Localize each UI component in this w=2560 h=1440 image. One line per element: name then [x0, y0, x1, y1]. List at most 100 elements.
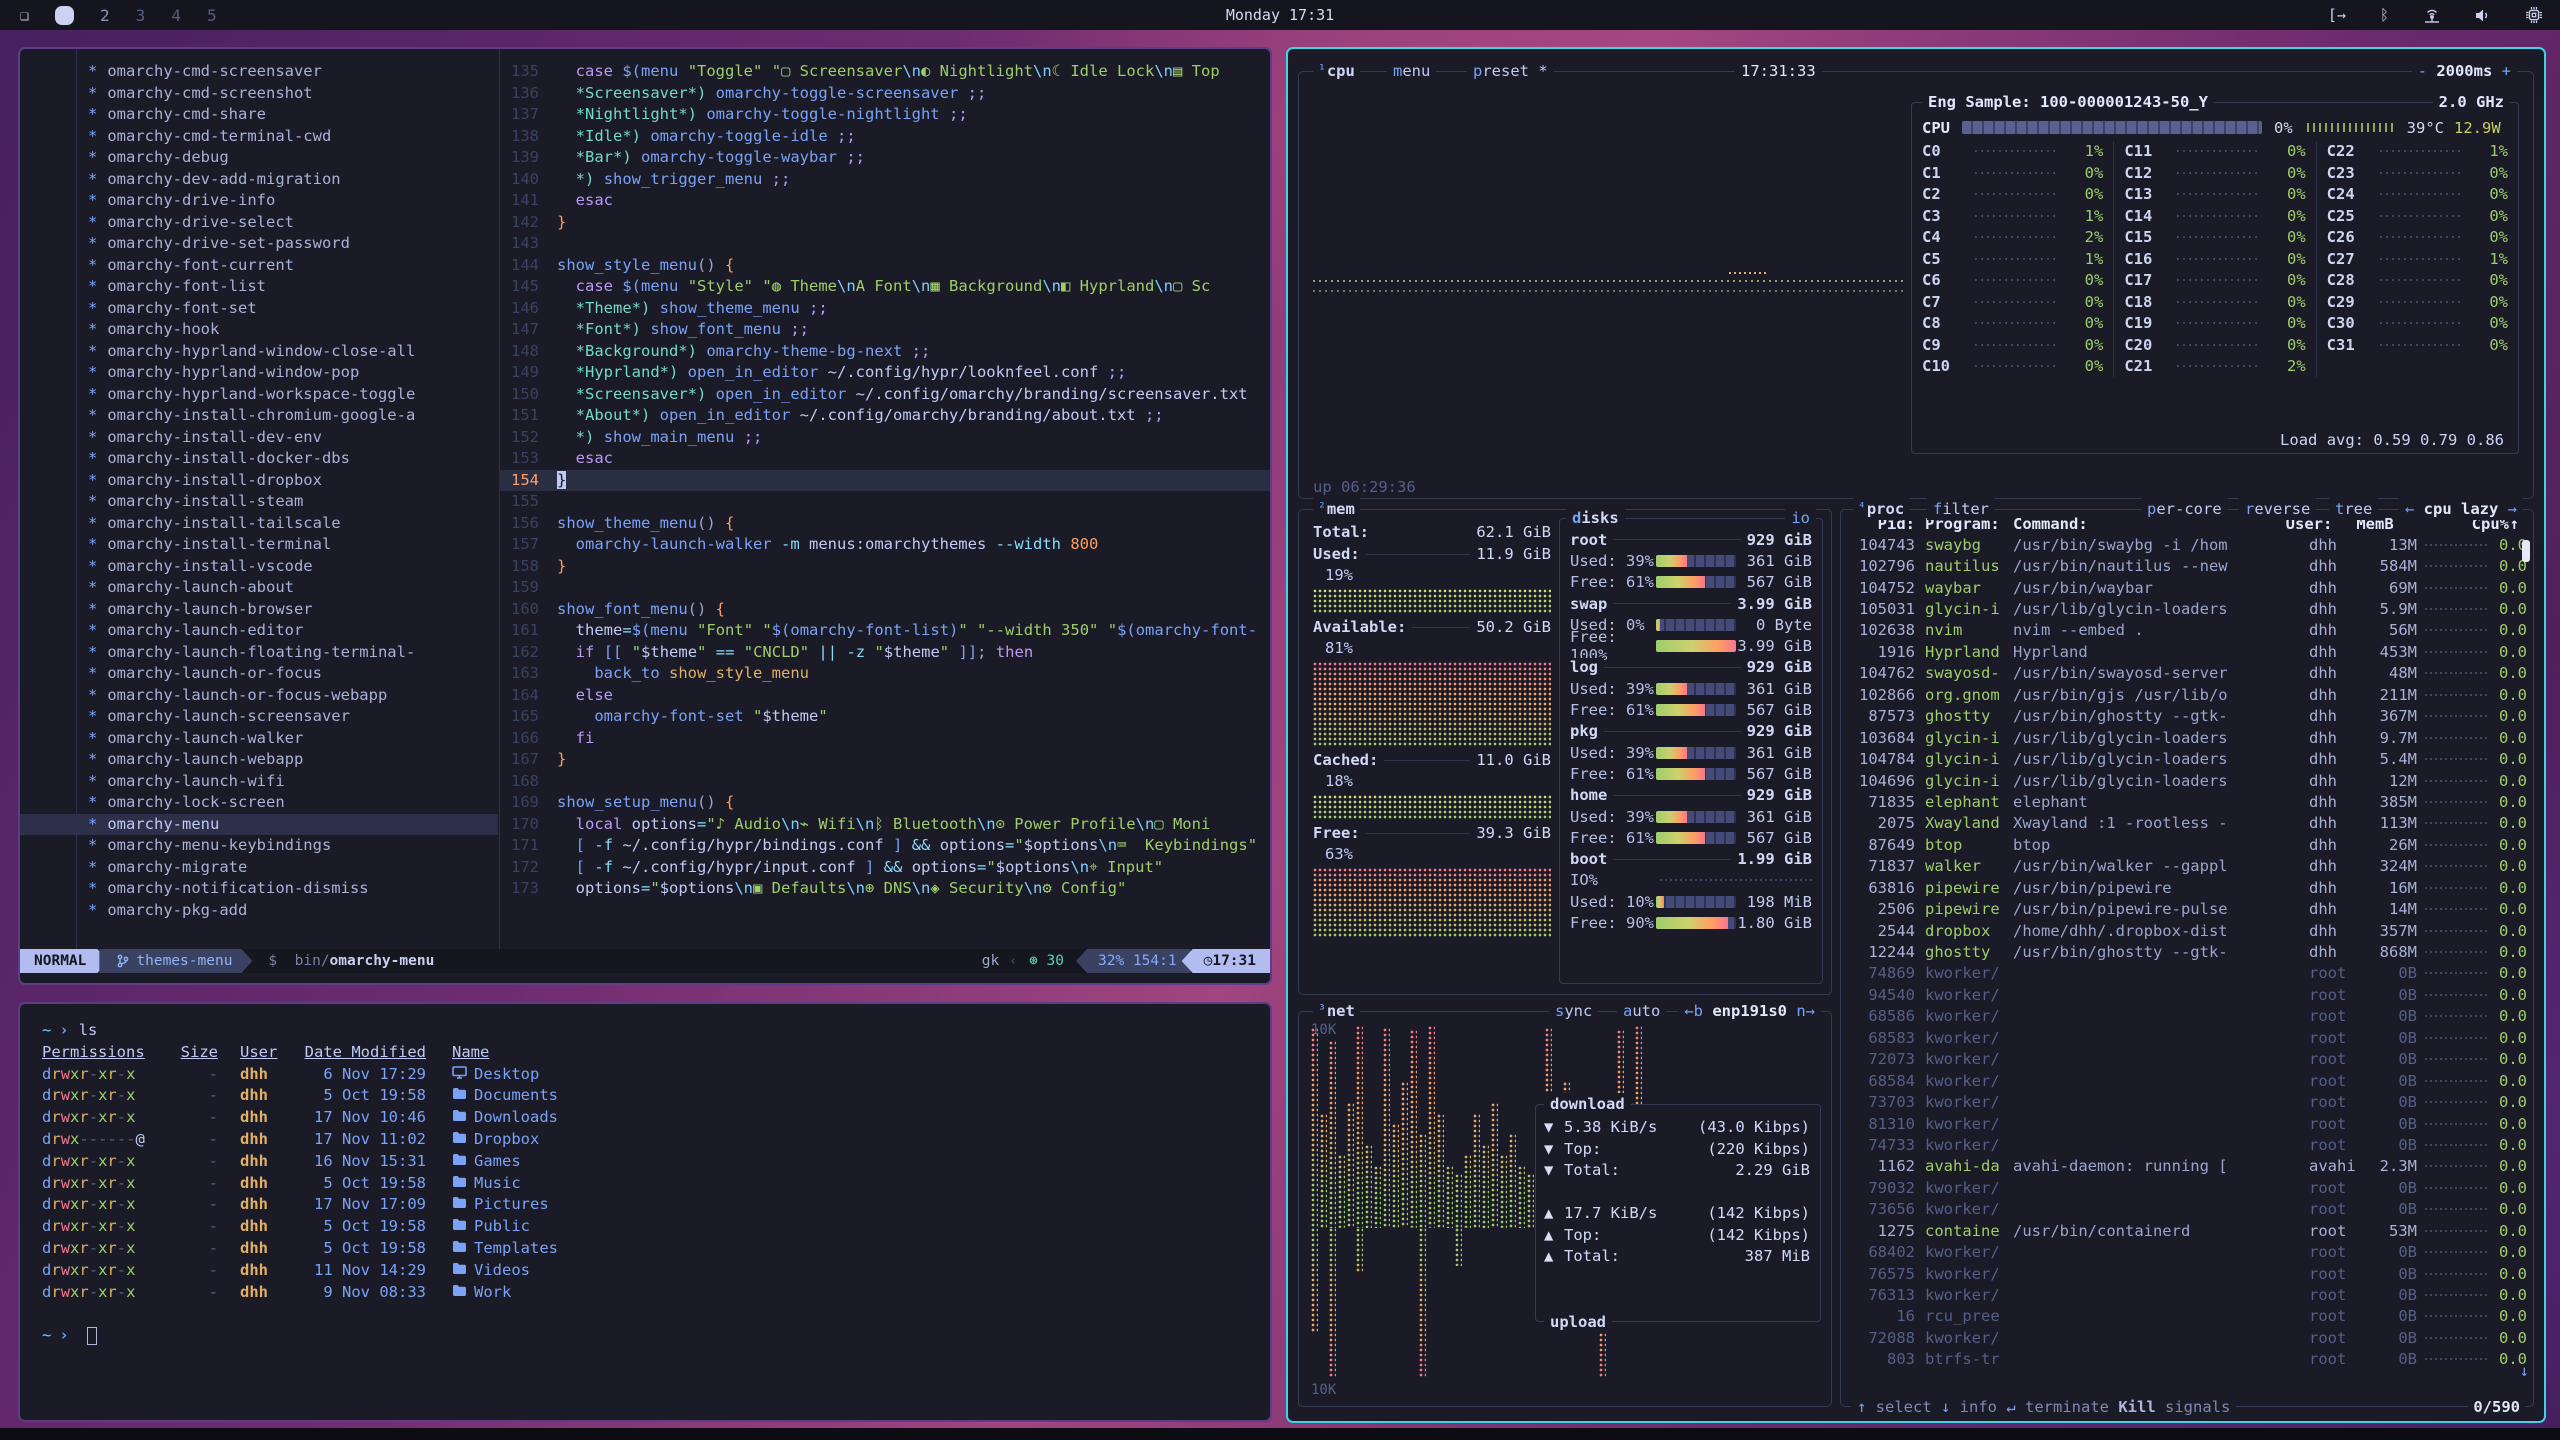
mem-panel-title[interactable]: ²mem [1313, 498, 1360, 520]
file-item[interactable]: *omarchy-launch-wifi [20, 771, 498, 793]
io-mode-button[interactable]: io [1785, 507, 1816, 529]
file-item[interactable]: *omarchy-cmd-screensaver [20, 61, 498, 83]
process-row[interactable]: 94540kworker/root0B0.0 [1851, 984, 2527, 1005]
file-item[interactable]: *omarchy-install-chromium-google-a [20, 405, 498, 427]
process-row[interactable]: 16rcu_preeroot0B0.0 [1851, 1306, 2527, 1327]
file-item[interactable]: *omarchy-launch-browser [20, 599, 498, 621]
file-item[interactable]: *omarchy-dev-add-migration [20, 169, 498, 191]
file-item[interactable]: *omarchy-font-current [20, 255, 498, 277]
file-item[interactable]: *omarchy-drive-select [20, 212, 498, 234]
process-row[interactable]: 102866org.gnom/usr/bin/gjs /usr/lib/odhh… [1851, 684, 2527, 705]
volume-icon[interactable] [2475, 8, 2492, 23]
file-item[interactable]: *omarchy-migrate [20, 857, 498, 879]
workspace-5[interactable]: 5 [207, 6, 217, 25]
process-row[interactable]: 72073kworker/root0B0.0 [1851, 1049, 2527, 1070]
window-layout-icon[interactable]: ❏ [20, 6, 29, 24]
file-item[interactable]: *omarchy-launch-floating-terminal- [20, 642, 498, 664]
process-row[interactable]: 68586kworker/root0B0.0 [1851, 1006, 2527, 1027]
process-row[interactable]: 104752waybar/usr/bin/waybardhh69M0.0 [1851, 577, 2527, 598]
net-auto-button[interactable]: auto [1617, 1000, 1666, 1022]
proc-panel-title[interactable]: ⁴proc [1853, 498, 1909, 520]
proc-sort-switcher[interactable]: ← cpu lazy → [2399, 498, 2523, 520]
file-item[interactable]: *omarchy-launch-about [20, 577, 498, 599]
proc-reverse-button[interactable]: reverse [2239, 498, 2316, 520]
proc-scroll-down-arrow[interactable]: ↓ [2520, 1362, 2529, 1380]
process-row[interactable]: 73656kworker/root0B0.0 [1851, 1199, 2527, 1220]
file-item[interactable]: *omarchy-install-vscode [20, 556, 498, 578]
file-item[interactable]: *omarchy-lock-screen [20, 792, 498, 814]
process-row[interactable]: 81310kworker/root0B0.0 [1851, 1113, 2527, 1134]
file-item[interactable]: *omarchy-launch-or-focus [20, 663, 498, 685]
process-row[interactable]: 68583kworker/root0B0.0 [1851, 1027, 2527, 1048]
file-item[interactable]: *omarchy-install-dropbox [20, 470, 498, 492]
process-row[interactable]: 76313kworker/root0B0.0 [1851, 1284, 2527, 1305]
process-row[interactable]: 2544dropbox/home/dhh/.dropbox-distdhh357… [1851, 920, 2527, 941]
process-row[interactable]: 102638nvimnvim --embed .dhh56M0.0 [1851, 620, 2527, 641]
file-item[interactable]: *omarchy-launch-screensaver [20, 706, 498, 728]
process-row[interactable]: 79032kworker/root0B0.0 [1851, 1177, 2527, 1198]
process-row[interactable]: 803btrfs-trroot0B0.0 [1851, 1349, 2527, 1370]
preset-button[interactable]: preset * [1467, 60, 1554, 82]
process-row[interactable]: 1162avahi-daavahi-daemon: running [avahi… [1851, 1156, 2527, 1177]
file-item[interactable]: *omarchy-drive-set-password [20, 233, 498, 255]
workspace-4[interactable]: 4 [171, 6, 181, 25]
cpu-chip-icon[interactable] [2526, 7, 2542, 23]
file-item[interactable]: *omarchy-debug [20, 147, 498, 169]
process-row[interactable]: 87573ghostty/usr/bin/ghostty --gtk-dhh36… [1851, 706, 2527, 727]
workspace-3[interactable]: 3 [136, 6, 146, 25]
workspace-1-active[interactable] [55, 6, 74, 25]
interval-control[interactable]: - 2000ms + [2412, 60, 2517, 82]
proc-filter-button[interactable]: filter [1927, 498, 1995, 520]
file-item[interactable]: *omarchy-hyprland-window-pop [20, 362, 498, 384]
process-row[interactable]: 74869kworker/root0B0.0 [1851, 963, 2527, 984]
process-row[interactable]: 104696glycin-i/usr/lib/glycin-loadersdhh… [1851, 770, 2527, 791]
process-row[interactable]: 103684glycin-i/usr/lib/glycin-loadersdhh… [1851, 727, 2527, 748]
process-row[interactable]: 71837walker/usr/bin/walker --gappldhh324… [1851, 856, 2527, 877]
file-item[interactable]: *omarchy-hyprland-workspace-toggle [20, 384, 498, 406]
file-item[interactable]: *omarchy-font-set [20, 298, 498, 320]
file-item[interactable]: *omarchy-menu-keybindings [20, 835, 498, 857]
proc-scrollbar-thumb[interactable] [2522, 540, 2530, 562]
proc-percore-button[interactable]: per-core [2141, 498, 2228, 520]
file-item[interactable]: *omarchy-cmd-screenshot [20, 83, 498, 105]
process-row[interactable]: 76575kworker/root0B0.0 [1851, 1263, 2527, 1284]
file-item[interactable]: *omarchy-cmd-share [20, 104, 498, 126]
process-row[interactable]: 12244ghostty/usr/bin/ghostty --gtk-dhh86… [1851, 941, 2527, 962]
process-row[interactable]: 104784glycin-i/usr/lib/glycin-loadersdhh… [1851, 748, 2527, 769]
file-item[interactable]: *omarchy-drive-info [20, 190, 498, 212]
net-sync-button[interactable]: sync [1549, 1000, 1598, 1022]
process-row[interactable]: 1916HyprlandHyprlanddhh453M0.0 [1851, 641, 2527, 662]
file-item[interactable]: *omarchy-hook [20, 319, 498, 341]
file-item[interactable]: *omarchy-install-terminal [20, 534, 498, 556]
file-item[interactable]: *omarchy-cmd-terminal-cwd [20, 126, 498, 148]
file-item[interactable]: *omarchy-install-dev-env [20, 427, 498, 449]
menu-button[interactable]: menu [1387, 60, 1436, 82]
file-item[interactable]: *omarchy-install-steam [20, 491, 498, 513]
process-row[interactable]: 1275containe/usr/bin/containerdroot53M0.… [1851, 1220, 2527, 1241]
process-row[interactable]: 2075XwaylandXwayland :1 -rootless -dhh11… [1851, 813, 2527, 834]
file-item[interactable]: *omarchy-install-docker-dbs [20, 448, 498, 470]
workspace-2[interactable]: 2 [100, 6, 110, 25]
process-row[interactable]: 104743swaybg/usr/bin/swaybg -i /homdhh13… [1851, 534, 2527, 555]
proc-tree-button[interactable]: tree [2329, 498, 2378, 520]
process-row[interactable]: 74733kworker/root0B0.0 [1851, 1134, 2527, 1155]
process-row[interactable]: 68402kworker/root0B0.0 [1851, 1241, 2527, 1262]
bluetooth-icon[interactable]: ᛒ [2380, 6, 2389, 24]
file-item[interactable]: *omarchy-notification-dismiss [20, 878, 498, 900]
logout-icon[interactable]: [→ [2328, 6, 2346, 24]
process-row[interactable]: 71835elephantelephantdhh385M0.0 [1851, 791, 2527, 812]
process-row[interactable]: 87649btopbtopdhh26M0.0 [1851, 834, 2527, 855]
file-item[interactable]: *omarchy-launch-editor [20, 620, 498, 642]
file-item[interactable]: *omarchy-menu [20, 814, 498, 836]
file-item[interactable]: *omarchy-install-tailscale [20, 513, 498, 535]
cpu-panel-title[interactable]: ¹cpu [1313, 60, 1360, 82]
process-row[interactable]: 63816pipewire/usr/bin/pipewiredhh16M0.0 [1851, 877, 2527, 898]
process-row[interactable]: 2506pipewire/usr/bin/pipewire-pulsedhh14… [1851, 898, 2527, 919]
net-interface-switcher[interactable]: ←b enp191s0 n→ [1678, 1000, 1821, 1022]
process-row[interactable]: 104762swayosd-/usr/bin/swayosd-serverdhh… [1851, 663, 2527, 684]
process-row[interactable]: 105031glycin-i/usr/lib/glycin-loadersdhh… [1851, 598, 2527, 619]
file-item[interactable]: *omarchy-hyprland-window-close-all [20, 341, 498, 363]
file-item[interactable]: *omarchy-pkg-add [20, 900, 498, 922]
file-item[interactable]: *omarchy-font-list [20, 276, 498, 298]
file-item[interactable]: *omarchy-launch-webapp [20, 749, 498, 771]
